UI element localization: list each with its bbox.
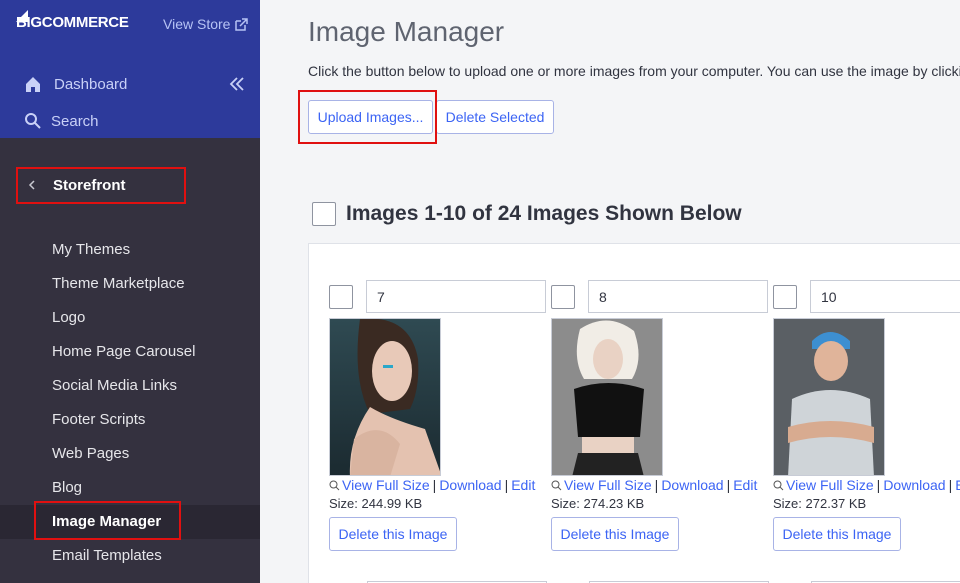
magnify-icon: [773, 480, 784, 490]
section-title: Images 1-10 of 24 Images Shown Below: [346, 202, 742, 225]
image-checkbox[interactable]: [773, 284, 797, 309]
view-store-link[interactable]: View Store: [163, 16, 249, 32]
bigcommerce-logo[interactable]: BIGCOMMERCE: [16, 10, 129, 31]
main-content: Image Manager Click the button below to …: [260, 0, 960, 583]
magnify-icon: [329, 480, 340, 490]
blonde-woman-image: [552, 319, 662, 475]
delete-image-button[interactable]: Delete this Image: [773, 517, 901, 551]
edit-link[interactable]: Edit: [733, 477, 757, 493]
select-all-checkbox[interactable]: [312, 202, 336, 226]
image-card: 10 View Full Size | Download | E Size: 2…: [773, 280, 960, 551]
image-name-field[interactable]: 7: [366, 280, 546, 313]
view-full-size-link[interactable]: View Full Size: [564, 477, 652, 493]
highlight-box-upload: [298, 90, 437, 144]
image-size: Size: 244.99 KB: [329, 496, 423, 511]
nav-dashboard[interactable]: Dashboard: [24, 75, 127, 93]
woman-portrait-image: [330, 319, 440, 475]
delete-selected-button[interactable]: Delete Selected: [436, 100, 554, 134]
sidebar: BIGCOMMERCE View Store Dashboard Search: [0, 0, 260, 583]
search-icon: [25, 113, 41, 129]
image-size: Size: 272.37 KB: [773, 496, 867, 511]
menu-item-logo[interactable]: Logo: [0, 301, 260, 335]
menu-item-blog[interactable]: Blog: [0, 471, 260, 505]
image-checkbox[interactable]: [551, 284, 575, 309]
download-link[interactable]: Download: [883, 477, 945, 493]
delete-image-button[interactable]: Delete this Image: [551, 517, 679, 551]
view-full-size-link[interactable]: View Full Size: [786, 477, 874, 493]
menu-item-web-pages[interactable]: Web Pages: [0, 437, 260, 471]
menu-item-home-page-carousel[interactable]: Home Page Carousel: [0, 335, 260, 369]
section-header: Images 1-10 of 24 Images Shown Below: [312, 202, 742, 226]
magnify-icon: [551, 480, 562, 490]
highlight-box-image-manager: [34, 501, 181, 540]
menu-item-email-templates[interactable]: Email Templates: [0, 539, 260, 573]
menu-item-theme-marketplace[interactable]: Theme Marketplace: [0, 267, 260, 301]
highlight-box-storefront: [16, 167, 186, 204]
nav-search-label: Search: [51, 112, 99, 130]
image-checkbox[interactable]: [329, 284, 353, 309]
menu-item-footer-scripts[interactable]: Footer Scripts: [0, 403, 260, 437]
edit-link[interactable]: Edit: [955, 477, 960, 493]
image-links: View Full Size | Download | Edit: [773, 477, 960, 493]
image-card: 8 View Full Size | Download | Edit Size:…: [551, 280, 771, 551]
intro-text: Click the button below to upload one or …: [308, 63, 960, 79]
external-link-icon: [235, 17, 249, 31]
view-store-label[interactable]: View Store: [163, 16, 230, 32]
image-size: Size: 274.23 KB: [551, 496, 645, 511]
logo-mark-icon: [16, 10, 28, 22]
collapse-sidebar-icon[interactable]: [229, 75, 245, 93]
edit-link[interactable]: Edit: [511, 477, 535, 493]
image-links: View Full Size | Download | Edit: [329, 477, 549, 493]
home-icon: [26, 77, 40, 92]
image-links: View Full Size | Download | Edit: [551, 477, 771, 493]
man-beanie-image: [774, 319, 884, 475]
nav-search[interactable]: Search: [24, 112, 99, 130]
menu-item-my-themes[interactable]: My Themes: [0, 233, 260, 267]
page-title: Image Manager: [308, 16, 505, 47]
image-thumbnail[interactable]: [329, 318, 441, 476]
sidebar-header: BIGCOMMERCE View Store Dashboard Search: [0, 0, 260, 138]
image-thumbnail[interactable]: [551, 318, 663, 476]
image-grid: 7 View Full Size | Download | Edit Size:…: [308, 243, 960, 583]
image-thumbnail[interactable]: [773, 318, 885, 476]
view-full-size-link[interactable]: View Full Size: [342, 477, 430, 493]
menu-item-social-media-links[interactable]: Social Media Links: [0, 369, 260, 403]
delete-image-button[interactable]: Delete this Image: [329, 517, 457, 551]
download-link[interactable]: Download: [661, 477, 723, 493]
nav-dashboard-label: Dashboard: [54, 75, 128, 93]
image-card: 7 View Full Size | Download | Edit Size:…: [329, 280, 549, 551]
image-name-field[interactable]: 10: [810, 280, 960, 313]
download-link[interactable]: Download: [439, 477, 501, 493]
image-name-field[interactable]: 8: [588, 280, 768, 313]
